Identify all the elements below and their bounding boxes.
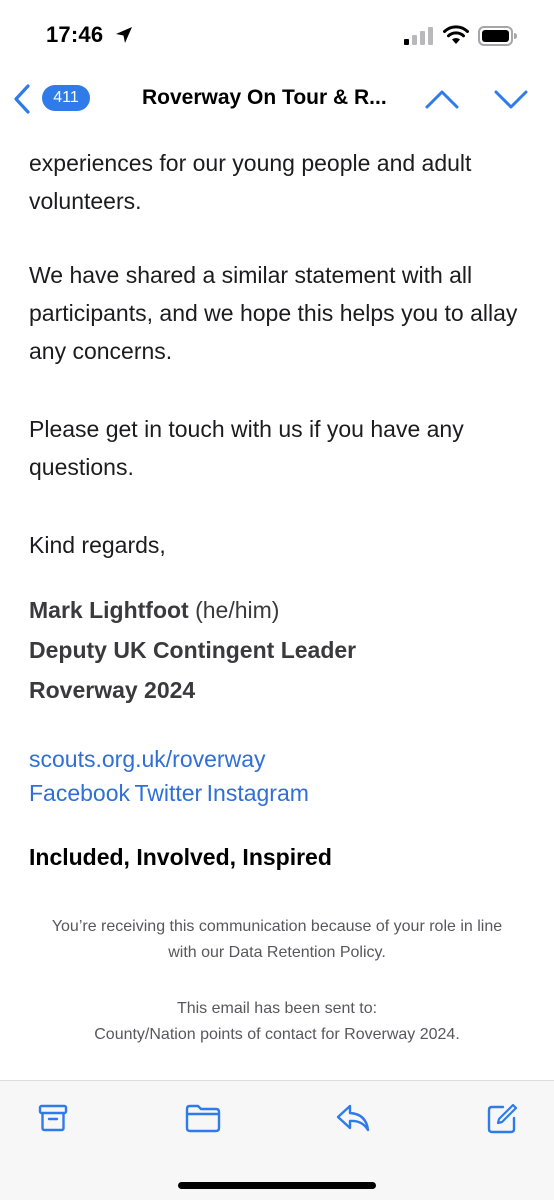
footer-recipients: This email has been sent to: County/Nati… — [94, 1000, 460, 1043]
facebook-link[interactable]: Facebook — [29, 776, 130, 810]
body-paragraph: We have shared a similar statement with … — [29, 262, 518, 364]
folder-icon[interactable] — [185, 1103, 221, 1133]
email-links: scouts.org.uk/roverway Facebook Twitter … — [29, 742, 529, 810]
compose-icon[interactable] — [486, 1103, 518, 1135]
home-indicator — [178, 1182, 376, 1189]
signature-event: Roverway 2024 — [29, 677, 196, 703]
tagline: Included, Involved, Inspired — [29, 844, 332, 870]
back-chevron-icon[interactable] — [10, 83, 34, 115]
archive-icon[interactable] — [38, 1103, 68, 1133]
status-time: 17:46 — [46, 22, 104, 47]
body-paragraph: Please get in touch with us if you have … — [29, 416, 464, 480]
website-link[interactable]: scouts.org.uk/roverway — [29, 742, 265, 776]
signature-name-line: Mark Lightfoot (he/him) — [29, 590, 529, 630]
page-title: Roverway On Tour & R... — [142, 86, 387, 109]
signature-pronouns: (he/him) — [195, 597, 280, 623]
mail-navigation-bar: 411 Roverway On Tour & R... — [0, 66, 554, 128]
wifi-icon — [443, 25, 469, 44]
battery-icon — [478, 26, 517, 46]
chevron-down-icon[interactable] — [493, 88, 529, 110]
clipped-text-line: can continue to deliver safe internation… — [29, 128, 529, 140]
cellular-signal-icon — [404, 27, 433, 45]
instagram-link[interactable]: Instagram — [207, 776, 309, 810]
reply-icon[interactable] — [336, 1103, 370, 1133]
signature-name: Mark Lightfoot — [29, 597, 189, 623]
location-arrow-icon — [116, 27, 132, 43]
email-signature: Mark Lightfoot (he/him) Deputy UK Contin… — [29, 590, 529, 710]
status-bar: 17:46 — [0, 0, 554, 62]
body-paragraph: experiences for our young people and adu… — [29, 150, 472, 214]
body-paragraph: Kind regards, — [29, 532, 166, 558]
signature-role: Deputy UK Contingent Leader — [29, 637, 357, 663]
unread-count-badge[interactable]: 411 — [42, 85, 90, 111]
footer-notice: You’re receiving this communication beca… — [51, 918, 503, 961]
twitter-link[interactable]: Twitter — [134, 776, 202, 810]
chevron-up-icon[interactable] — [424, 88, 460, 110]
